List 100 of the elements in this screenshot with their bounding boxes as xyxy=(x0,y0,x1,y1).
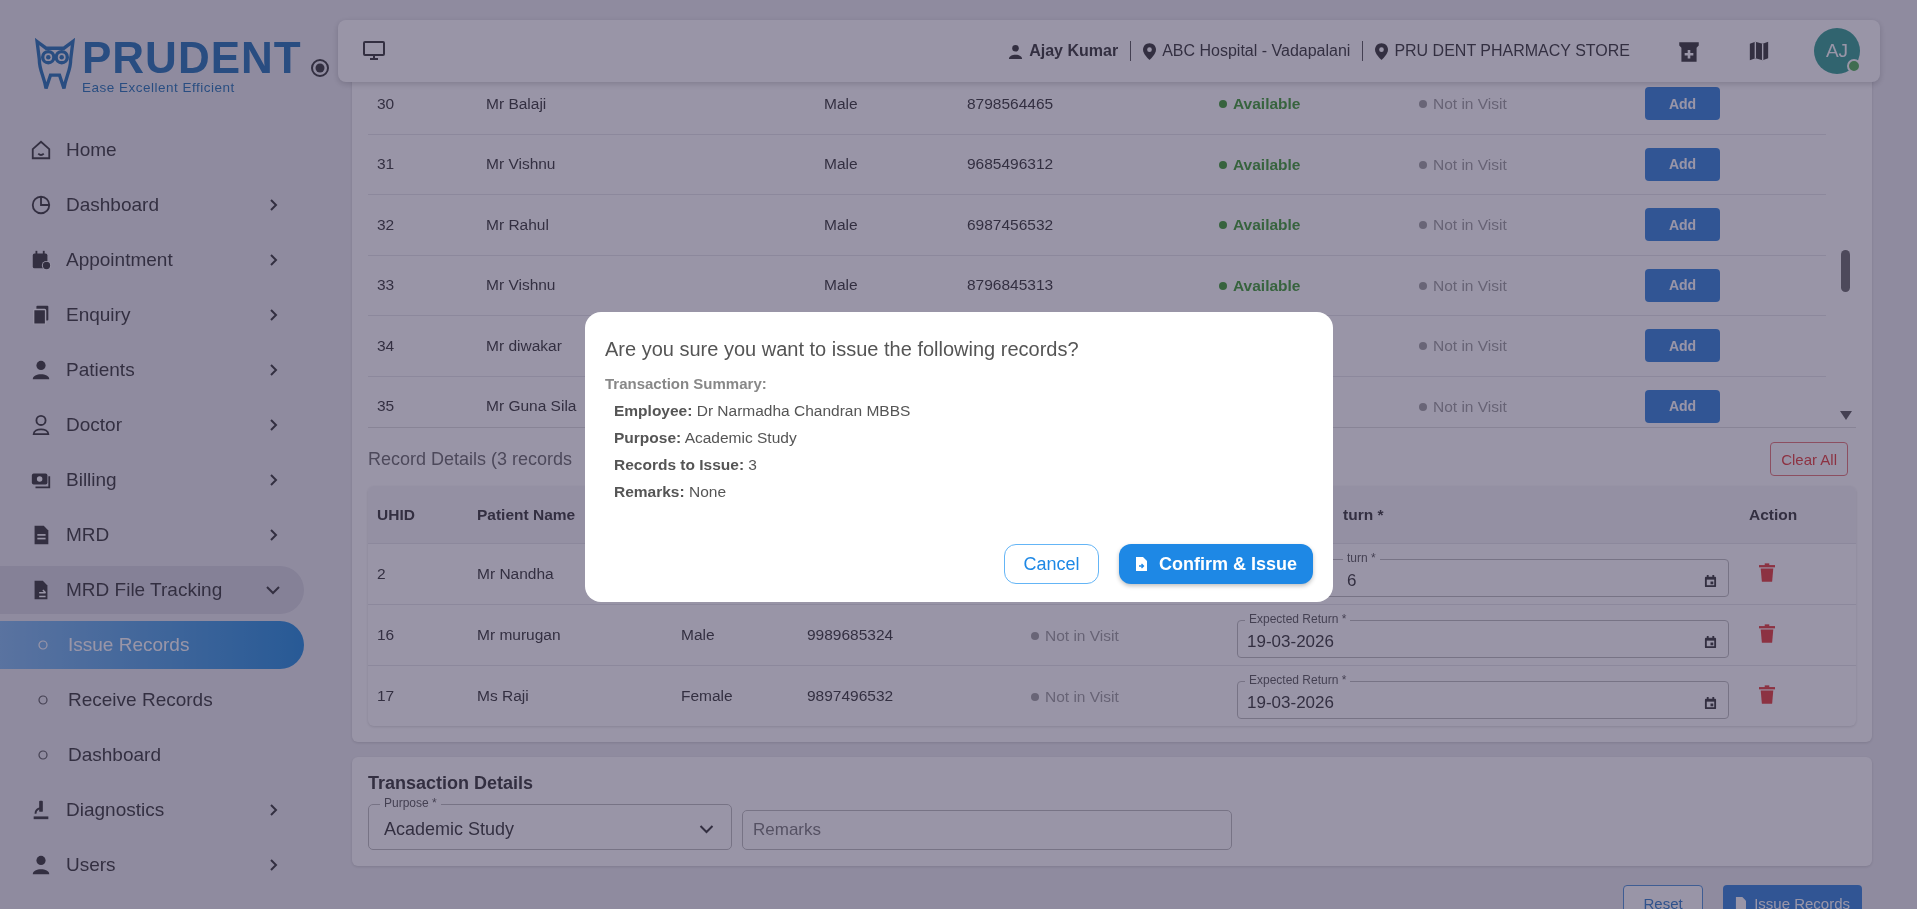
sidebar-item[interactable]: Doctor xyxy=(0,401,304,449)
table-cell: 30 xyxy=(377,94,395,112)
sidebar-subitem[interactable]: Receive Records xyxy=(0,676,304,724)
table-cell: Mr Vishnu xyxy=(486,276,556,294)
table-cell: 9897496532 xyxy=(807,687,894,704)
chevron-right-icon xyxy=(268,308,280,322)
section-title: Transaction Details xyxy=(368,773,535,794)
table-cell: Mr Balaji xyxy=(486,94,547,112)
location-pin-icon xyxy=(1375,42,1389,60)
sidebar-item[interactable]: MRD File Tracking xyxy=(0,566,304,614)
store-name: PRU DENT PHARMACY STORE xyxy=(1394,42,1630,60)
column-header: turn * xyxy=(1343,505,1384,523)
dialog-title: Are you sure you want to issue the following records? xyxy=(605,338,1080,361)
chevron-right-icon xyxy=(268,473,280,487)
issue-records-button[interactable]: Issue Records xyxy=(1723,885,1862,909)
trash-icon[interactable] xyxy=(1759,684,1775,704)
pie-chart-icon xyxy=(30,194,52,216)
sidebar-subitem[interactable]: Dashboard xyxy=(0,731,304,779)
add-button[interactable]: Add xyxy=(1645,389,1720,423)
sidebar-subitem[interactable]: Issue Records xyxy=(0,621,304,669)
cancel-button[interactable]: Cancel xyxy=(1003,544,1099,584)
map-icon[interactable] xyxy=(1748,40,1770,62)
confirm-issue-button[interactable]: Confirm & Issue xyxy=(1118,544,1313,584)
remarks-field[interactable]: Remarks xyxy=(742,810,1232,850)
clear-all-button[interactable]: Clear All xyxy=(1770,442,1848,476)
add-button[interactable]: Add xyxy=(1645,147,1720,181)
table-cell: 17 xyxy=(377,687,395,704)
sidebar-item[interactable]: Enquiry xyxy=(0,291,304,339)
chevron-right-icon xyxy=(268,198,280,212)
sidebar-item[interactable]: Appointment xyxy=(0,236,304,284)
chevron-right-icon xyxy=(268,418,280,432)
status-label: Available xyxy=(1219,95,1301,114)
hospital-name: ABC Hospital - Vadapalani xyxy=(1162,42,1351,60)
user-name: Ajay Kumar xyxy=(1029,42,1119,60)
sidebar-item[interactable]: Home xyxy=(0,126,304,174)
doctor-icon xyxy=(30,414,52,436)
logo-wordmark: PRUDENT xyxy=(82,35,302,80)
logo-tagline: Ease Excellent Efficient xyxy=(82,79,236,95)
column-header: Patient Name xyxy=(477,505,576,523)
calendar-icon[interactable] xyxy=(1704,635,1717,649)
user-avatar[interactable]: AJ xyxy=(1814,28,1860,74)
status-label: Available xyxy=(1219,276,1301,295)
calendar-icon[interactable] xyxy=(1704,696,1717,710)
monitor-icon[interactable] xyxy=(362,40,386,62)
table-cell: Mr Rahul xyxy=(486,215,549,233)
status-label: Available xyxy=(1219,155,1301,174)
section-title: Record Details (3 records xyxy=(368,448,573,470)
add-button[interactable]: Add xyxy=(1645,329,1720,363)
chevron-right-icon xyxy=(268,858,280,872)
add-button[interactable]: Add xyxy=(1645,87,1720,121)
table-cell: Male xyxy=(824,215,858,233)
chevron-right-icon xyxy=(268,363,280,377)
scrollbar-thumb[interactable] xyxy=(1841,250,1850,292)
file-icon xyxy=(1134,557,1147,571)
circle-icon xyxy=(38,640,48,650)
table-cell: 8798564465 xyxy=(967,94,1054,112)
table-cell: Mr Nandha xyxy=(477,565,554,582)
table-cell: Female xyxy=(681,687,733,704)
sidebar-item[interactable]: Users xyxy=(0,841,304,889)
calendar-icon[interactable] xyxy=(1704,574,1717,588)
status-label: Available xyxy=(1219,216,1301,235)
table-cell: 8796845313 xyxy=(967,276,1054,294)
table-cell: Mr diwakar xyxy=(486,336,562,354)
summary-line: Remarks: None xyxy=(613,483,728,501)
table-cell: Male xyxy=(824,94,858,112)
radio-toggle-icon[interactable] xyxy=(309,58,330,78)
calendar-icon xyxy=(30,249,52,271)
trash-icon[interactable] xyxy=(1759,562,1775,582)
sidebar-item[interactable]: Dashboard xyxy=(0,181,304,229)
table-cell: 32 xyxy=(377,215,395,233)
add-button[interactable]: Add xyxy=(1645,208,1720,242)
person-icon xyxy=(30,854,52,876)
person-icon xyxy=(1008,43,1024,59)
add-button[interactable]: Add xyxy=(1645,268,1720,302)
chevron-right-icon xyxy=(268,253,280,267)
scroll-down-icon[interactable] xyxy=(1840,411,1852,421)
table-cell: 35 xyxy=(377,397,395,415)
sidebar-item[interactable]: Patients xyxy=(0,346,304,394)
table-cell: 9685496312 xyxy=(967,155,1054,173)
sidebar-item[interactable]: Diagnostics xyxy=(0,786,304,834)
table-cell: 33 xyxy=(377,276,395,294)
summary-line: Purpose: Academic Study xyxy=(613,429,798,447)
sidebar-item[interactable]: MRD xyxy=(0,511,304,559)
table-cell: Male xyxy=(824,276,858,294)
table-cell: Male xyxy=(824,155,858,173)
reset-button[interactable]: Reset xyxy=(1623,885,1704,909)
chevron-right-icon xyxy=(268,528,280,542)
trash-icon[interactable] xyxy=(1759,623,1775,643)
table-cell: Mr Vishnu xyxy=(486,155,556,173)
table-cell: Mr murugan xyxy=(477,626,561,643)
circle-icon xyxy=(38,695,48,705)
column-header: UHID xyxy=(377,505,415,523)
table-cell: 9989685324 xyxy=(807,626,894,643)
home-icon xyxy=(30,139,52,161)
table-cell: Ms Raji xyxy=(477,687,529,704)
sidebar-item[interactable]: Billing xyxy=(0,456,304,504)
table-cell: 34 xyxy=(377,336,395,354)
file-icon xyxy=(1735,896,1747,909)
table-cell: 6987456532 xyxy=(967,215,1054,233)
table-cell: Mr Guna Sila xyxy=(486,397,577,415)
